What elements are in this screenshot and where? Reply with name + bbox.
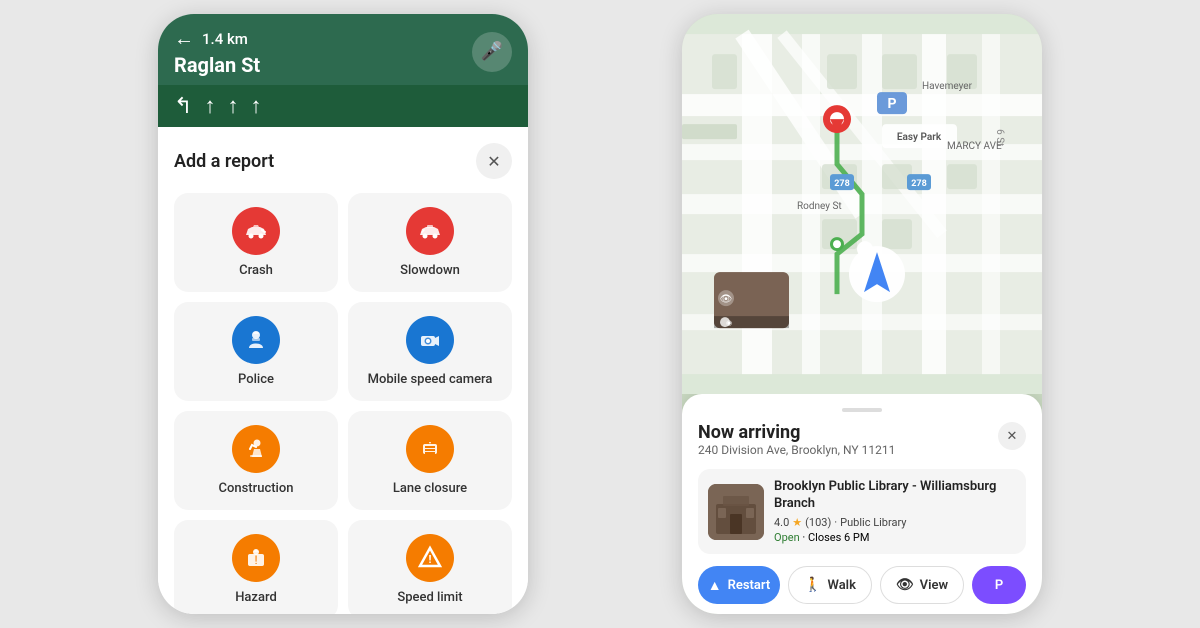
destination-card: Brooklyn Public Library - Williamsburg B… (698, 469, 1026, 554)
walk-label: Walk (828, 578, 856, 593)
svg-text:MARCY AVE: MARCY AVE (947, 141, 1002, 152)
slowdown-icon (406, 207, 454, 255)
speed-limit-label: Speed limit (397, 590, 462, 607)
slowdown-label: Slowdown (400, 263, 460, 280)
arriving-address: 240 Division Ave, Brooklyn, NY 11211 (698, 443, 895, 457)
speed-limit-icon: ! (406, 534, 454, 582)
walk-icon: 🚶 (804, 577, 821, 593)
lane-closure-label: Lane closure (393, 481, 467, 498)
police-label: Police (238, 372, 274, 389)
view-button[interactable]: 👁 View (880, 566, 964, 604)
report-item-speed-limit[interactable]: ! Speed limit (348, 520, 512, 614)
svg-text:278: 278 (834, 179, 850, 189)
hazard-icon: ! (232, 534, 280, 582)
separator: · (834, 516, 837, 529)
speed-camera-label: Mobile speed camera (368, 372, 493, 389)
report-item-construction[interactable]: Construction (174, 411, 338, 510)
close-icon: ✕ (487, 152, 500, 171)
report-item-crash[interactable]: Crash (174, 193, 338, 292)
dest-type: Public Library (840, 516, 906, 529)
mic-icon: 🎤 (481, 41, 503, 62)
svg-text:◉: ◉ (726, 319, 732, 327)
park-label: P (995, 578, 1003, 593)
walk-button[interactable]: 🚶 Walk (788, 566, 872, 604)
police-icon (232, 316, 280, 364)
nav-street: Raglan St (174, 53, 260, 77)
arriving-card: Now arriving 240 Division Ave, Brooklyn,… (682, 394, 1042, 614)
crash-icon (232, 207, 280, 255)
straight-arrow-3: ↑ (250, 93, 261, 119)
direction-arrows-bar: ↰ ↑ ↑ ↑ (158, 85, 528, 127)
destination-name: Brooklyn Public Library - Williamsburg B… (774, 479, 1016, 513)
arriving-header: Now arriving 240 Division Ave, Brooklyn,… (698, 422, 1026, 467)
restart-label: Restart (728, 578, 771, 593)
svg-text:P: P (887, 96, 896, 112)
arriving-close-icon: ✕ (1007, 429, 1018, 444)
destination-image (708, 484, 764, 540)
star-icon: ★ (792, 516, 802, 529)
back-arrow-icon: ← (174, 26, 194, 51)
map-svg: P 6 St (682, 14, 1042, 394)
view-icon: 👁 (896, 577, 914, 593)
navigation-bar: ← 1.4 km Raglan St 🎤 (158, 14, 528, 85)
closing-hours: Closes 6 PM (808, 531, 869, 544)
arriving-title: Now arriving (698, 422, 895, 443)
svg-text:!: ! (254, 553, 257, 567)
rating-value: 4.0 (774, 516, 789, 529)
destination-status: Open · Closes 6 PM (774, 531, 1016, 544)
report-item-hazard[interactable]: ! Hazard (174, 520, 338, 614)
mic-button[interactable]: 🎤 (472, 32, 512, 72)
map-area: P 6 St (682, 14, 1042, 394)
svg-text:Havemeyer: Havemeyer (922, 81, 973, 92)
phone-right: P 6 St (682, 14, 1042, 614)
svg-text:Easy Park: Easy Park (897, 132, 942, 143)
open-status: Open (774, 531, 800, 544)
report-item-slowdown[interactable]: Slowdown (348, 193, 512, 292)
hazard-label: Hazard (235, 590, 277, 607)
destination-rating: 4.0 ★ (103) · Public Library (774, 516, 1016, 529)
turn-left-arrow: ↰ (174, 94, 192, 119)
svg-text:👁: 👁 (720, 294, 733, 305)
drag-handle (842, 408, 882, 412)
crash-label: Crash (239, 263, 273, 280)
report-item-lane-closure[interactable]: Lane closure (348, 411, 512, 510)
arriving-close-button[interactable]: ✕ (998, 422, 1026, 450)
svg-text:Rodney St: Rodney St (797, 201, 842, 212)
view-label: View (920, 578, 948, 593)
phone-left: ← 1.4 km Raglan St 🎤 ↰ ↑ ↑ ↑ Add a repor… (158, 14, 528, 614)
park-button[interactable]: P (972, 566, 1026, 604)
report-item-police[interactable]: Police (174, 302, 338, 401)
lane-closure-icon (406, 425, 454, 473)
nav-distance: ← 1.4 km (174, 26, 260, 51)
report-item-speed-camera[interactable]: Mobile speed camera (348, 302, 512, 401)
svg-text:278: 278 (911, 179, 927, 189)
report-header: Add a report ✕ (174, 143, 512, 179)
restart-icon: ▲ (708, 577, 722, 594)
report-grid: Crash Slowdown (174, 193, 512, 614)
destination-info: Brooklyn Public Library - Williamsburg B… (774, 479, 1016, 544)
close-button[interactable]: ✕ (476, 143, 512, 179)
restart-button[interactable]: ▲ Restart (698, 566, 780, 604)
arriving-actions: ▲ Restart 🚶 Walk 👁 View P (698, 566, 1026, 604)
report-panel: Add a report ✕ (158, 127, 528, 614)
straight-arrow-1: ↑ (204, 93, 215, 119)
construction-label: Construction (219, 481, 294, 498)
report-title: Add a report (174, 151, 274, 172)
review-count: (103) (805, 516, 831, 529)
speed-camera-icon (406, 316, 454, 364)
svg-text:!: ! (429, 553, 432, 566)
straight-arrow-2: ↑ (227, 93, 238, 119)
construction-icon (232, 425, 280, 473)
